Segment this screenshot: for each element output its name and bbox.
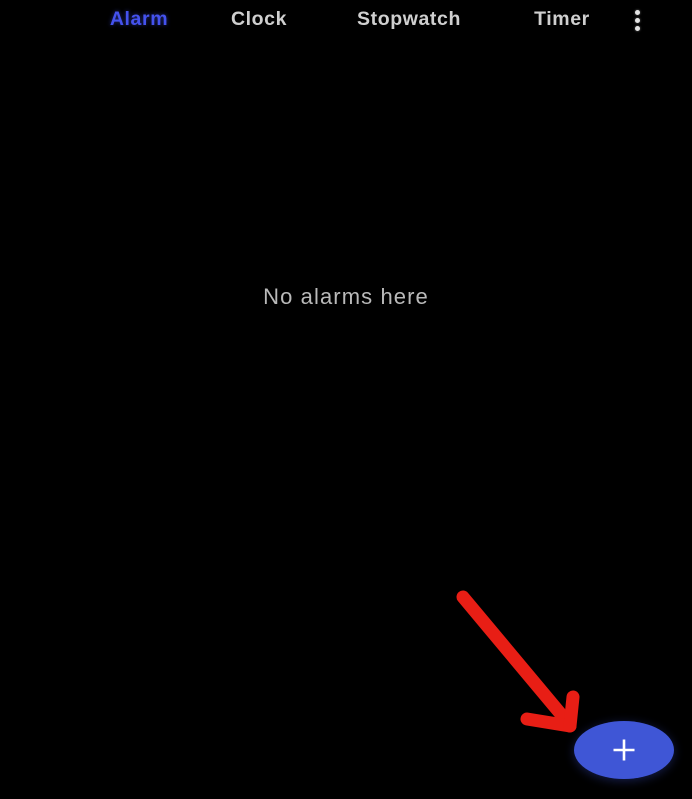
plus-icon — [613, 739, 635, 761]
tab-stopwatch[interactable]: Stopwatch — [336, 6, 482, 32]
empty-state: No alarms here — [0, 284, 692, 310]
tab-timer[interactable]: Timer — [520, 6, 604, 32]
annotation-arrow-icon — [456, 590, 580, 733]
more-vert-dot-1 — [635, 10, 640, 15]
more-vert-dot-3 — [635, 26, 640, 31]
clock-app-screen: Alarm Clock Stopwatch Timer No alarms he… — [0, 0, 692, 799]
more-vert-dot-2 — [635, 18, 640, 23]
tab-bar: Alarm Clock Stopwatch Timer — [0, 0, 692, 46]
more-vert-icon[interactable] — [626, 4, 650, 36]
add-alarm-fab[interactable] — [574, 721, 674, 779]
empty-state-message: No alarms here — [263, 284, 429, 309]
tab-alarm[interactable]: Alarm — [96, 6, 182, 32]
tab-clock[interactable]: Clock — [219, 6, 299, 32]
